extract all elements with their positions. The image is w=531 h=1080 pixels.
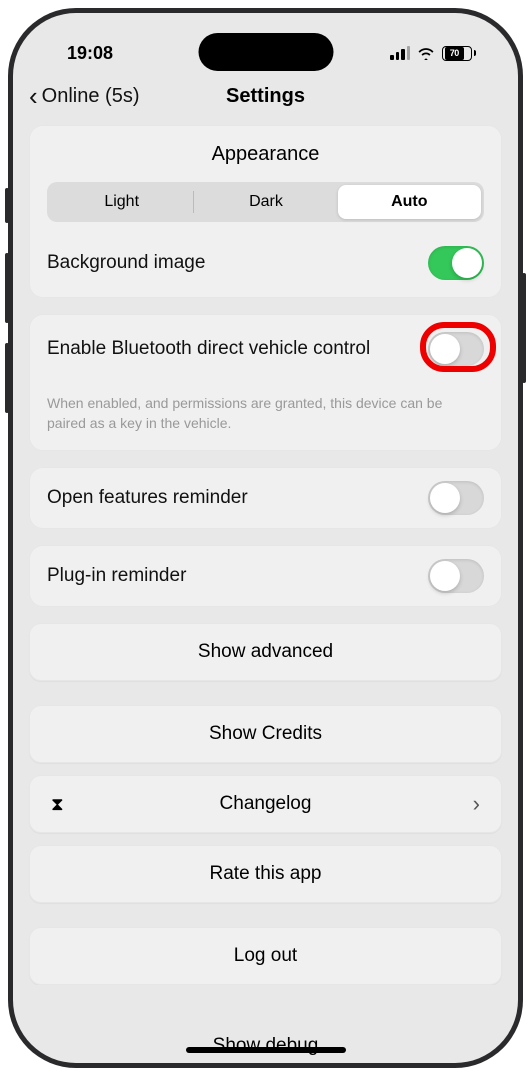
theme-segmented-control[interactable]: Light Dark Auto [47,182,484,222]
dynamic-island [198,33,333,71]
back-button[interactable]: ‹ Online (5s) [29,83,139,109]
theme-light-segment[interactable]: Light [50,185,193,219]
chevron-right-icon: › [473,791,480,817]
wifi-icon [417,46,435,60]
show-debug-label[interactable]: Show debug [213,1035,319,1057]
chevron-left-icon: ‹ [29,83,38,109]
appearance-title: Appearance [47,143,484,166]
status-time: 19:08 [67,43,113,64]
bluetooth-card: Enable Bluetooth direct vehicle control … [29,314,502,451]
bg-image-toggle[interactable] [428,246,484,280]
bluetooth-label: Enable Bluetooth direct vehicle control [47,338,370,360]
show-advanced-button[interactable]: Show advanced [29,623,502,681]
hourglass-icon: ⧗ [51,794,64,815]
bg-image-label: Background image [47,252,205,274]
plugin-label: Plug-in reminder [47,565,186,587]
open-features-card: Open features reminder [29,467,502,529]
bluetooth-toggle[interactable] [428,332,484,366]
appearance-card: Appearance Light Dark Auto Background im… [29,125,502,298]
open-features-label: Open features reminder [47,487,248,509]
changelog-button[interactable]: ⧗ Changelog › [29,775,502,833]
back-label: Online (5s) [42,85,140,108]
bluetooth-help-text: When enabled, and permissions are grante… [47,394,484,433]
battery-icon: 70 [442,46,476,61]
cellular-signal-icon [390,46,410,60]
theme-auto-segment[interactable]: Auto [338,185,481,219]
home-indicator[interactable] [186,1047,346,1053]
logout-button[interactable]: Log out [29,927,502,985]
rate-app-button[interactable]: Rate this app [29,845,502,903]
open-features-toggle[interactable] [428,481,484,515]
plugin-toggle[interactable] [428,559,484,593]
page-title: Settings [226,85,305,108]
show-credits-button[interactable]: Show Credits [29,705,502,763]
plugin-card: Plug-in reminder [29,545,502,607]
theme-dark-segment[interactable]: Dark [194,185,337,219]
